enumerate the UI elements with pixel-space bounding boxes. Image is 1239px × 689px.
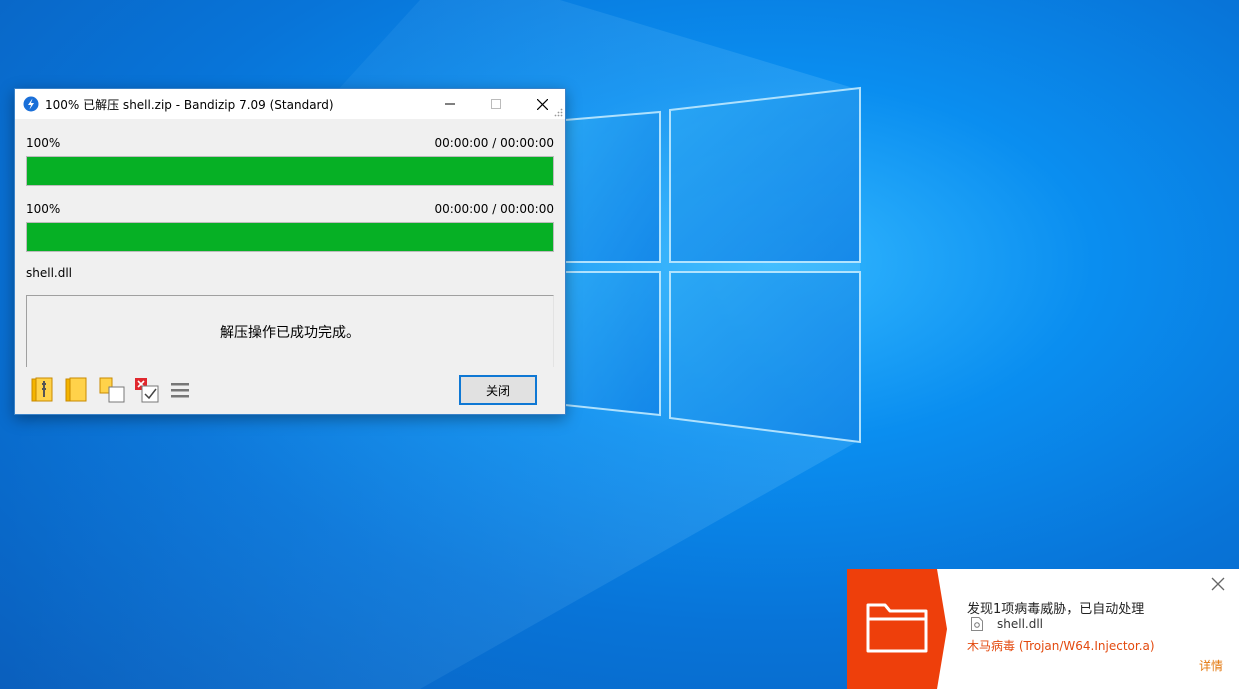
minimize-icon bbox=[445, 103, 455, 105]
delete-archive-option[interactable] bbox=[133, 376, 161, 404]
toast-accent-panel bbox=[847, 569, 947, 689]
bandizip-app-icon bbox=[23, 96, 39, 112]
progress-bar-1-fill bbox=[27, 157, 553, 185]
resize-grip-icon[interactable] bbox=[553, 107, 563, 117]
toast-details-link[interactable]: 详情 bbox=[1199, 657, 1223, 674]
maximize-icon bbox=[491, 99, 501, 109]
progress-bar-1 bbox=[26, 156, 554, 186]
maximize-button[interactable] bbox=[473, 89, 519, 119]
toast-close-icon[interactable] bbox=[1211, 577, 1225, 591]
progress-1-percent: 100% bbox=[26, 136, 61, 150]
toast-threat-name: 木马病毒 (Trojan/W64.Injector.a) bbox=[967, 639, 1155, 653]
virus-alert-toast: 发现1项病毒威胁，已自动处理 shell.dll 木马病毒 (Trojan/W6… bbox=[847, 569, 1239, 689]
progress-1-time: 00:00:00 / 00:00:00 bbox=[434, 136, 554, 150]
toast-file-name: shell.dll bbox=[997, 617, 1044, 631]
progress-bar-2 bbox=[26, 222, 554, 252]
progress-2-time: 00:00:00 / 00:00:00 bbox=[434, 202, 554, 216]
open-folder-button[interactable] bbox=[62, 376, 90, 404]
status-message: 解压操作已成功完成。 bbox=[220, 324, 360, 341]
delete-archive-check-icon bbox=[135, 378, 159, 403]
open-folder-archive-icon bbox=[31, 377, 53, 402]
status-message-box: 解压操作已成功完成。 bbox=[26, 295, 554, 367]
open-folder-icon bbox=[65, 377, 87, 402]
open-folder-archive-button[interactable] bbox=[28, 376, 56, 404]
menu-button[interactable] bbox=[166, 376, 194, 404]
toast-title: 发现1项病毒威胁，已自动处理 bbox=[967, 602, 1145, 617]
bandizip-window: 100% 已解压 shell.zip - Bandizip 7.09 (Stan… bbox=[14, 88, 566, 415]
current-file-label: shell.dll bbox=[26, 266, 73, 280]
menu-icon bbox=[171, 383, 189, 398]
dll-file-icon bbox=[971, 617, 983, 631]
close-button[interactable]: 关闭 bbox=[459, 375, 537, 405]
close-icon bbox=[536, 98, 548, 110]
copy-files-icon bbox=[99, 377, 125, 403]
copy-files-button[interactable] bbox=[98, 376, 126, 404]
minimize-button[interactable] bbox=[427, 89, 473, 119]
progress-bar-2-fill bbox=[27, 223, 553, 251]
progress-2-percent: 100% bbox=[26, 202, 61, 216]
title-bar[interactable]: 100% 已解压 shell.zip - Bandizip 7.09 (Stan… bbox=[15, 89, 565, 119]
window-title: 100% 已解压 shell.zip - Bandizip 7.09 (Stan… bbox=[45, 97, 334, 112]
